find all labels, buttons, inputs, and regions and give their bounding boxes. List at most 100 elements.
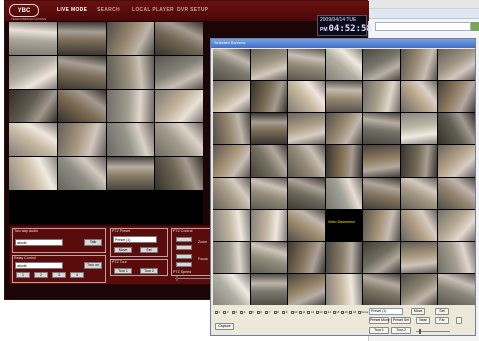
camera-feed-6[interactable] bbox=[57, 55, 106, 89]
selected-camera-feed-28[interactable] bbox=[438, 145, 475, 177]
camera-checkbox-5[interactable]: 5 bbox=[248, 310, 254, 314]
selected-camera-feed-7[interactable] bbox=[438, 49, 475, 81]
far-button[interactable]: Far bbox=[435, 317, 449, 324]
camera-feed-12[interactable] bbox=[155, 89, 203, 123]
selected-camera-feed-17[interactable] bbox=[288, 113, 325, 145]
selected-camera-feed-38[interactable] bbox=[288, 209, 325, 241]
selected-camera-feed-18[interactable] bbox=[325, 113, 363, 145]
selected-camera-feed-43[interactable] bbox=[213, 241, 250, 273]
relay-1-button[interactable]: 1 bbox=[16, 272, 30, 278]
camera-checkbox-15[interactable]: 15 bbox=[332, 310, 339, 314]
camera-feed-21[interactable] bbox=[9, 191, 57, 224]
camera-feed-10[interactable] bbox=[57, 89, 106, 123]
camera-checkbox-9[interactable]: 9 bbox=[282, 310, 287, 314]
camera-checkbox-none[interactable]: None bbox=[357, 310, 368, 314]
selected-camera-feed-56[interactable] bbox=[438, 273, 475, 305]
selected-camera-feed-16[interactable] bbox=[250, 113, 288, 145]
selected-camera-feed-10[interactable] bbox=[288, 81, 325, 113]
selected-camera-feed-24[interactable] bbox=[288, 145, 325, 177]
camera-checkbox-2[interactable]: 2 bbox=[223, 310, 229, 314]
camera-feed-16[interactable] bbox=[155, 123, 203, 157]
camera-feed-13[interactable] bbox=[9, 123, 57, 157]
camera-feed-7[interactable] bbox=[106, 55, 155, 89]
selected-camera-feed-42[interactable] bbox=[438, 209, 475, 241]
selected-camera-feed-39[interactable]: Video Disconnect bbox=[325, 209, 363, 241]
selected-camera-feed-51[interactable] bbox=[250, 273, 288, 305]
preset-move-button[interactable]: Preset Move bbox=[369, 317, 390, 324]
set-button[interactable]: Set bbox=[435, 308, 449, 315]
selected-camera-feed-21[interactable] bbox=[438, 113, 475, 145]
selected-screens-titlebar[interactable]: Selected Screens bbox=[211, 39, 475, 48]
camera-feed-18[interactable] bbox=[57, 157, 106, 191]
preset-select[interactable]: Preset (1) bbox=[369, 308, 403, 315]
tab-dvr-setup[interactable]: DVR SETUP bbox=[177, 7, 208, 13]
camera-feed-9[interactable] bbox=[9, 89, 57, 123]
selected-camera-feed-30[interactable] bbox=[250, 177, 288, 209]
ptz-speed-knob[interactable] bbox=[176, 276, 178, 281]
camera-feed-24[interactable] bbox=[155, 191, 203, 224]
selected-camera-feed-55[interactable] bbox=[400, 273, 438, 305]
selected-camera-feed-46[interactable] bbox=[325, 241, 363, 273]
camera-checkbox-8[interactable]: 8 bbox=[273, 310, 279, 314]
camera-checkbox-1[interactable]: 1 bbox=[215, 310, 220, 314]
move-button[interactable]: Move bbox=[411, 308, 425, 315]
ptz-preset-select[interactable]: Preset (1) bbox=[113, 236, 157, 243]
selected-camera-feed-40[interactable] bbox=[363, 209, 400, 241]
camera-feed-4[interactable] bbox=[155, 22, 203, 55]
selected-camera-feed-11[interactable] bbox=[325, 81, 363, 113]
selected-camera-feed-36[interactable] bbox=[213, 209, 250, 241]
selected-camera-feed-31[interactable] bbox=[288, 177, 325, 209]
talk-button[interactable]: Talk bbox=[84, 239, 102, 246]
selected-camera-feed-26[interactable] bbox=[363, 145, 400, 177]
ptz-tour-1-button[interactable]: Tour 1 bbox=[114, 268, 132, 274]
selected-camera-feed-44[interactable] bbox=[250, 241, 288, 273]
focus-near-button[interactable] bbox=[176, 254, 192, 259]
selected-camera-feed-27[interactable] bbox=[400, 145, 438, 177]
zoom-out-button[interactable] bbox=[176, 237, 192, 242]
selected-camera-feed-53[interactable] bbox=[325, 273, 363, 305]
camera-feed-1[interactable] bbox=[9, 22, 57, 55]
tab-local-player[interactable]: LOCAL PLAYER bbox=[132, 7, 174, 13]
selected-camera-feed-32[interactable] bbox=[325, 177, 363, 209]
camera-checkbox-11[interactable]: 11 bbox=[299, 310, 306, 314]
selected-camera-feed-37[interactable] bbox=[250, 209, 288, 241]
audio-channel-select[interactable]: abcde bbox=[15, 239, 63, 246]
selected-camera-feed-2[interactable] bbox=[250, 49, 288, 81]
zoom-minus-button[interactable] bbox=[456, 317, 462, 324]
ptz-move-button[interactable]: Move bbox=[114, 247, 132, 253]
camera-feed-19[interactable] bbox=[106, 157, 155, 191]
selected-camera-feed-5[interactable] bbox=[363, 49, 400, 81]
selected-camera-feed-50[interactable] bbox=[213, 273, 250, 305]
camera-checkbox-13[interactable]: 13 bbox=[315, 310, 323, 314]
selected-camera-feed-45[interactable] bbox=[288, 241, 325, 273]
selected-camera-feed-29[interactable] bbox=[213, 177, 250, 209]
camera-feed-5[interactable] bbox=[9, 55, 57, 89]
selected-camera-feed-4[interactable] bbox=[325, 49, 363, 81]
camera-checkbox-10[interactable]: 10 bbox=[290, 310, 297, 314]
ptz-tour-2-button[interactable]: Tour 2 bbox=[140, 268, 158, 274]
speed-slider[interactable] bbox=[416, 331, 450, 332]
camera-checkbox-12[interactable]: 12 bbox=[307, 310, 314, 314]
selected-camera-feed-9[interactable] bbox=[250, 81, 288, 113]
tab-live-mode[interactable]: LIVE MODE bbox=[57, 7, 87, 13]
tab-search[interactable]: SEARCH bbox=[97, 7, 120, 13]
camera-feed-14[interactable] bbox=[57, 123, 106, 157]
selected-camera-feed-25[interactable] bbox=[325, 145, 363, 177]
camera-checkbox-all[interactable]: All bbox=[349, 310, 356, 314]
camera-feed-15[interactable] bbox=[106, 123, 155, 157]
selected-camera-feed-1[interactable] bbox=[213, 49, 250, 81]
selected-camera-feed-19[interactable] bbox=[363, 113, 400, 145]
ptz-set-button[interactable]: Set bbox=[140, 247, 158, 253]
selected-camera-feed-13[interactable] bbox=[400, 81, 438, 113]
selected-camera-feed-6[interactable] bbox=[400, 49, 438, 81]
capture-button[interactable]: Capture bbox=[215, 323, 234, 330]
selected-camera-feed-20[interactable] bbox=[400, 113, 438, 145]
go-icon[interactable] bbox=[471, 22, 479, 31]
selected-camera-feed-34[interactable] bbox=[400, 177, 438, 209]
camera-feed-11[interactable] bbox=[106, 89, 155, 123]
selected-camera-feed-48[interactable] bbox=[400, 241, 438, 273]
relay-4-button[interactable]: 4 bbox=[70, 272, 84, 278]
camera-feed-20[interactable] bbox=[155, 157, 203, 191]
selected-camera-feed-22[interactable] bbox=[213, 145, 250, 177]
relay-select[interactable]: abcde bbox=[15, 262, 63, 269]
